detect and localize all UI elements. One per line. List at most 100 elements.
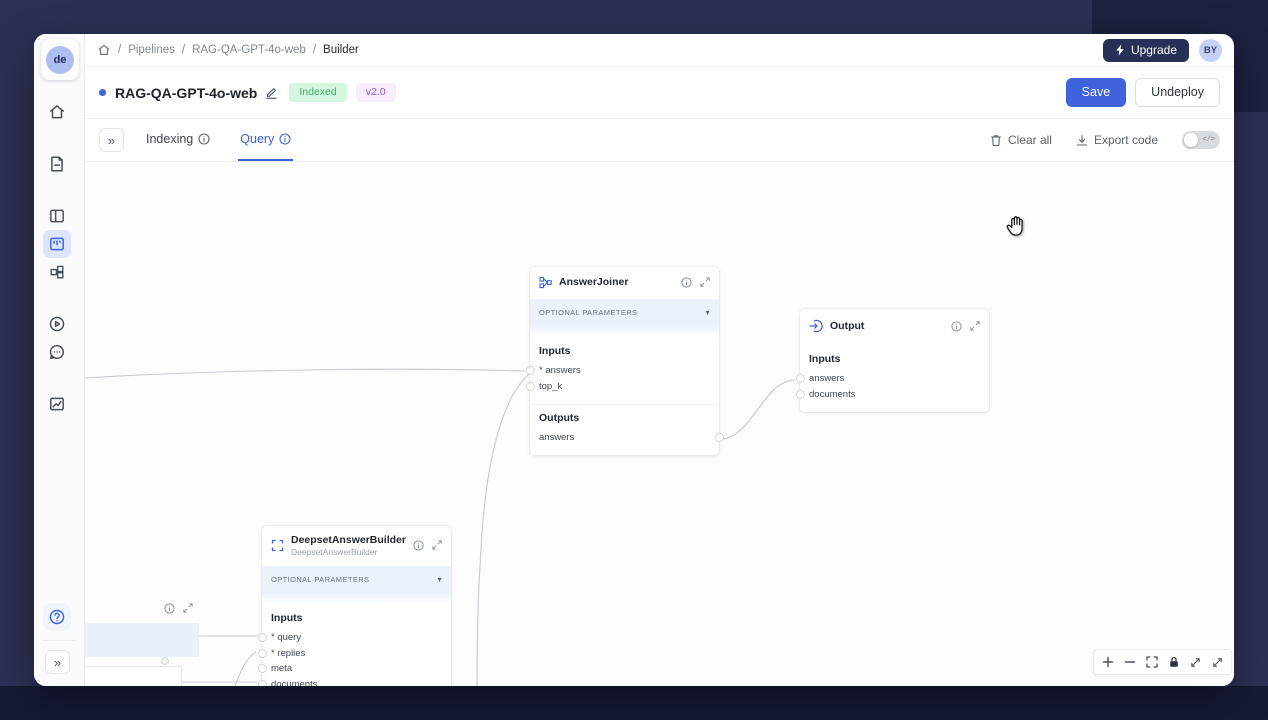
code-view-toggle[interactable]: </> xyxy=(1182,131,1220,149)
chat-icon[interactable] xyxy=(43,338,71,366)
optional-parameters-label: OPTIONAL PARAMETERS xyxy=(271,575,369,584)
bolt-icon xyxy=(1115,44,1125,56)
input-label: documents xyxy=(271,679,317,686)
chevron-down-icon: ▾ xyxy=(706,308,710,317)
partial-node[interactable] xyxy=(85,601,199,686)
node-title: AnswerJoiner xyxy=(559,276,674,288)
input-port[interactable] xyxy=(526,382,535,391)
upgrade-button[interactable]: Upgrade xyxy=(1103,39,1189,62)
node-answer-joiner[interactable]: AnswerJoiner OPTIONAL PARAMETERS ▾ Input… xyxy=(530,267,719,455)
node-title: DeepsetAnswerBuilder_1 DeepsetAnswerBuil… xyxy=(291,534,406,557)
breadcrumb-separator: / xyxy=(313,44,316,56)
breadcrumb-item-pipelines[interactable]: Pipelines xyxy=(128,44,175,56)
brand-logo[interactable]: de xyxy=(41,39,79,80)
input-row: * answers xyxy=(539,363,710,379)
expand-node-icon[interactable] xyxy=(432,540,442,551)
input-port[interactable] xyxy=(258,633,267,642)
status-badge-indexed: Indexed xyxy=(289,83,346,102)
pipeline-canvas[interactable]: AnswerJoiner OPTIONAL PARAMETERS ▾ Input… xyxy=(85,163,1234,686)
input-port[interactable] xyxy=(796,390,805,399)
pipeline-status-dot xyxy=(99,89,106,96)
zoom-out-icon[interactable] xyxy=(1120,653,1139,672)
breadcrumb-home-icon[interactable] xyxy=(97,43,111,57)
help-icon[interactable] xyxy=(43,603,71,631)
tab-query-label: Query xyxy=(240,132,274,146)
info-icon xyxy=(198,133,210,145)
main-area: / Pipelines / RAG-QA-GPT-4o-web / Builde… xyxy=(85,34,1234,686)
info-icon[interactable] xyxy=(681,277,692,288)
input-label: top_k xyxy=(539,381,562,392)
hand-cursor xyxy=(1003,213,1029,239)
metrics-icon[interactable] xyxy=(43,390,71,418)
zoom-in-icon[interactable] xyxy=(1098,653,1117,672)
upgrade-label: Upgrade xyxy=(1131,43,1177,57)
expand-nodes-icon[interactable] xyxy=(1208,653,1227,672)
optional-parameters-bar[interactable] xyxy=(85,623,199,657)
input-port[interactable] xyxy=(796,374,805,383)
info-icon xyxy=(161,657,169,665)
collapse-nodes-icon[interactable] xyxy=(1186,653,1205,672)
pipeline-builder-icon[interactable] xyxy=(43,230,71,258)
input-label: * answers xyxy=(539,365,581,376)
edge-answerjoiner-to-output xyxy=(719,380,795,439)
save-button[interactable]: Save xyxy=(1066,78,1127,107)
node-title: Output xyxy=(830,320,944,332)
input-row: documents xyxy=(271,677,442,687)
input-port[interactable] xyxy=(258,680,267,687)
toggle-knob xyxy=(1184,133,1198,147)
templates-icon[interactable] xyxy=(43,202,71,230)
tab-query[interactable]: Query xyxy=(238,119,293,161)
tab-bar: » Indexing Query Clear all Export code xyxy=(85,119,1234,162)
optional-parameters-toggle[interactable]: OPTIONAL PARAMETERS ▾ xyxy=(530,299,719,326)
input-port[interactable] xyxy=(258,649,267,658)
info-icon[interactable] xyxy=(951,321,962,332)
input-row: documents xyxy=(809,387,980,403)
sidebar-divider xyxy=(42,640,76,641)
outputs-label: Outputs xyxy=(539,412,710,424)
output-label: answers xyxy=(539,432,574,443)
trash-icon xyxy=(990,134,1002,147)
expand-node-icon[interactable] xyxy=(970,321,980,332)
input-label: answers xyxy=(809,373,844,384)
expand-panel-icon[interactable]: » xyxy=(99,128,124,152)
clear-all-button[interactable]: Clear all xyxy=(990,133,1052,147)
collapse-sidebar-icon[interactable]: » xyxy=(45,650,70,674)
breadcrumb-item-pipeline-name[interactable]: RAG-QA-GPT-4o-web xyxy=(192,44,306,56)
user-avatar[interactable]: BY xyxy=(1199,39,1222,62)
pipeline-header: RAG-QA-GPT-4o-web Indexed v2.0 Save Unde… xyxy=(85,67,1234,119)
node-output[interactable]: Output Inputs answers documents xyxy=(800,309,989,412)
canvas-zoom-toolbar xyxy=(1093,649,1232,675)
tab-indexing[interactable]: Indexing xyxy=(144,119,212,161)
edit-pencil-icon[interactable] xyxy=(263,84,280,101)
pipeline-name: RAG-QA-GPT-4o-web xyxy=(115,85,257,101)
custom-component-icon xyxy=(271,539,284,552)
brand-logo-text: de xyxy=(46,46,74,74)
input-row: top_k xyxy=(539,379,710,395)
info-icon[interactable] xyxy=(413,540,424,551)
output-icon xyxy=(809,319,823,333)
node-deepset-answer-builder[interactable]: DeepsetAnswerBuilder_1 DeepsetAnswerBuil… xyxy=(262,526,451,686)
expand-node-icon[interactable] xyxy=(700,277,710,288)
playground-icon[interactable] xyxy=(43,310,71,338)
lock-icon[interactable] xyxy=(1164,653,1183,672)
info-icon[interactable] xyxy=(164,603,175,614)
output-port[interactable] xyxy=(715,433,724,442)
input-port[interactable] xyxy=(258,664,267,673)
fit-view-icon[interactable] xyxy=(1142,653,1161,672)
optional-parameters-toggle[interactable]: OPTIONAL PARAMETERS ▾ xyxy=(262,566,451,593)
input-label: * replies xyxy=(271,648,305,659)
input-port[interactable] xyxy=(526,366,535,375)
tab-indexing-label: Indexing xyxy=(146,132,193,146)
home-icon[interactable] xyxy=(43,98,71,126)
node-subtitle: DeepsetAnswerBuilder xyxy=(291,547,406,557)
inputs-label: Inputs xyxy=(539,345,710,357)
components-icon[interactable] xyxy=(43,258,71,286)
expand-node-icon[interactable] xyxy=(183,603,193,614)
document-icon[interactable] xyxy=(43,150,71,178)
input-label: meta xyxy=(271,663,292,674)
export-code-button[interactable]: Export code xyxy=(1076,133,1158,147)
background-dark-bottom xyxy=(0,686,1268,720)
undeploy-button[interactable]: Undeploy xyxy=(1135,78,1220,107)
optional-parameters-label: OPTIONAL PARAMETERS xyxy=(539,308,637,317)
partial-node-section xyxy=(85,666,182,686)
